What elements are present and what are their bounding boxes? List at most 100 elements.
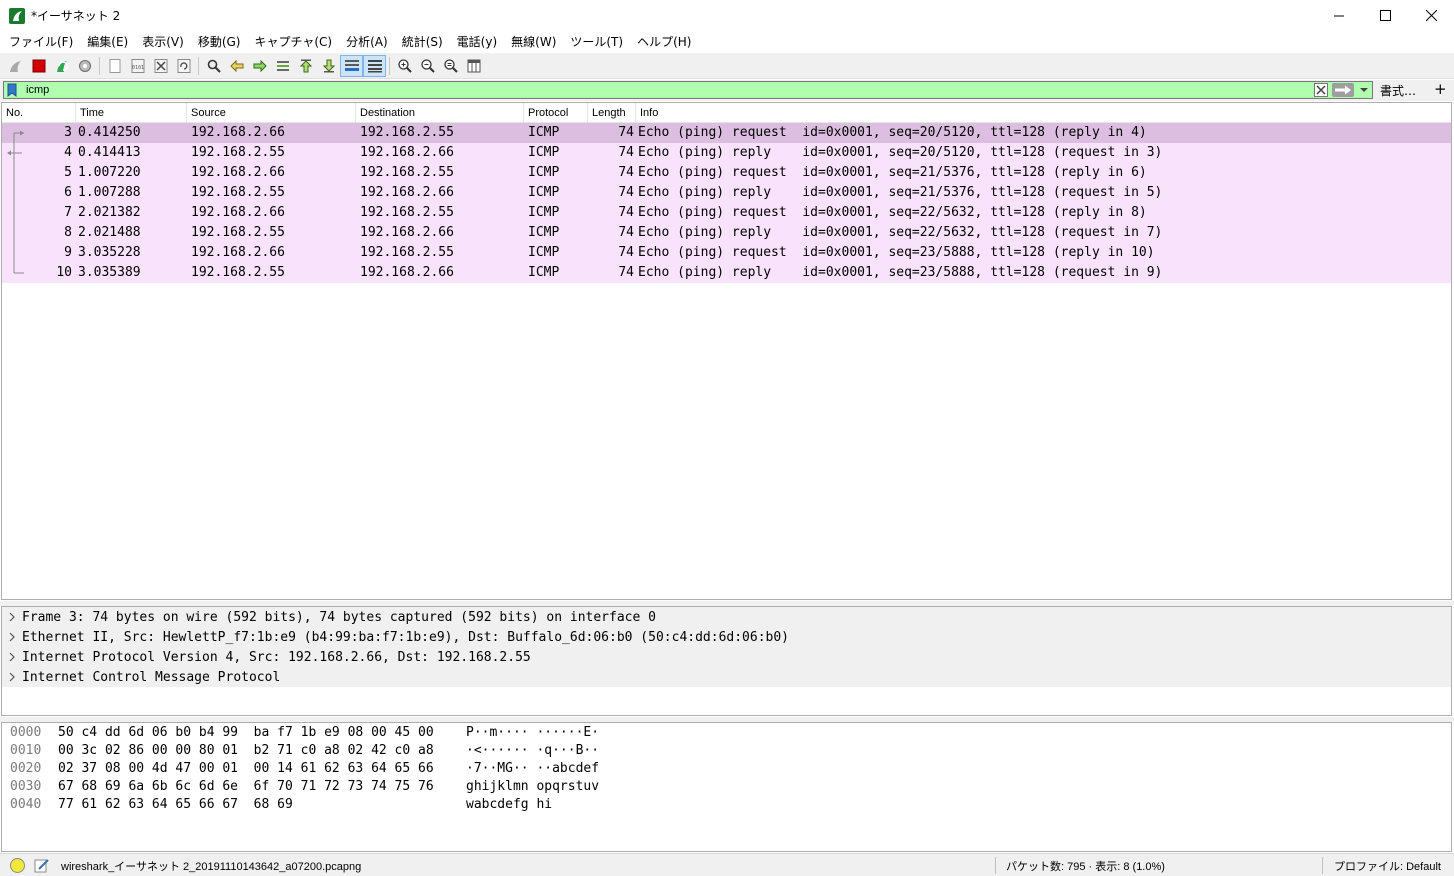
close-file-button[interactable] [149,55,172,77]
packet-protocol: ICMP [528,245,560,260]
first-packet-button[interactable] [294,55,317,77]
packet-protocol: ICMP [528,145,560,160]
detail-tree-item[interactable]: Ethernet II, Src: HewlettP_f7:1b:e9 (b4:… [2,627,1451,647]
profile-selector[interactable]: プロファイル: Default [1334,858,1441,874]
go-back-button[interactable] [225,55,248,77]
column-header-destination[interactable]: Destination [356,103,524,123]
minimize-button[interactable] [1316,0,1362,31]
filter-expressions-button[interactable]: 書式… [1380,82,1416,99]
go-to-packet-button[interactable] [271,55,294,77]
related-line-icon [13,163,15,183]
byte-hex[interactable]: 02 37 08 00 4d 47 00 01 00 14 61 62 63 6… [50,760,458,778]
menu-wireless[interactable]: 無線(W) [504,31,563,53]
column-header-protocol[interactable]: Protocol [524,103,588,123]
packet-row[interactable]: 10 3.035389 192.168.2.55 192.168.2.66 IC… [2,263,1451,283]
expert-info-indicator-icon[interactable] [10,858,25,873]
menu-statistics[interactable]: 統計(S) [395,31,450,53]
filter-bookmark-button[interactable] [5,82,19,98]
zoom-out-button[interactable] [416,55,439,77]
save-file-button[interactable]: 0101 [126,55,149,77]
capture-comment-icon[interactable] [34,858,50,873]
chevron-right-icon[interactable] [2,627,22,647]
menu-capture[interactable]: キャプチャ(C) [247,31,339,53]
packet-info: Echo (ping) reply id=0x0001, seq=21/5376… [638,185,1163,200]
open-file-button[interactable] [103,55,126,77]
byte-offset: 0040 [10,797,42,812]
display-filter-input[interactable]: icmp [3,81,1373,99]
byte-ascii[interactable]: ·<······ ·q···B·· [458,742,599,760]
byte-hex[interactable]: 50 c4 dd 6d 06 b0 b4 99 ba f7 1b e9 08 0… [50,724,458,742]
maximize-icon [1379,10,1391,21]
column-header-time[interactable]: Time [76,103,187,123]
filter-history-dropdown[interactable] [1358,84,1370,96]
reload-file-button[interactable] [172,55,195,77]
byte-ascii[interactable]: wabcdefg hi [458,796,552,814]
column-header-info[interactable]: Info [636,103,1451,123]
packet-row[interactable]: 4 0.414413 192.168.2.55 192.168.2.66 ICM… [2,143,1451,163]
start-capture-button[interactable] [4,55,27,77]
column-header-no[interactable]: No. [2,103,76,123]
menu-view[interactable]: 表示(V) [135,31,191,53]
byte-ascii[interactable]: P··m···· ······E· [458,724,599,742]
byte-ascii[interactable]: ghijklmn opqrstuv [458,778,599,796]
packet-source: 192.168.2.66 [191,245,285,260]
normal-size-button[interactable] [439,55,462,77]
packet-row[interactable]: 9 3.035228 192.168.2.66 192.168.2.55 ICM… [2,243,1451,263]
column-header-source[interactable]: Source [187,103,356,123]
arrow-right-icon [1335,85,1351,95]
related-line-icon [13,183,15,203]
close-button[interactable] [1408,0,1454,31]
menu-edit[interactable]: 編集(E) [80,31,135,53]
menu-go[interactable]: 移動(G) [191,31,248,53]
apply-filter-button[interactable] [1332,83,1354,97]
detail-tree-item[interactable]: Internet Protocol Version 4, Src: 192.16… [2,647,1451,667]
packet-protocol: ICMP [528,125,560,140]
packet-source: 192.168.2.55 [191,185,285,200]
colorize-button[interactable] [363,54,386,77]
detail-tree-item[interactable]: Internet Control Message Protocol [2,667,1451,687]
packet-destination: 192.168.2.66 [360,265,454,280]
column-header-length[interactable]: Length [588,103,636,123]
chevron-right-icon[interactable] [2,667,22,687]
packet-time: 0.414250 [78,125,141,140]
capture-options-button[interactable] [73,55,96,77]
zoom-in-button[interactable] [393,55,416,77]
clear-filter-button[interactable] [1314,83,1328,97]
chevron-right-icon[interactable] [2,607,22,627]
find-packet-button[interactable] [202,55,225,77]
packet-info: Echo (ping) request id=0x0001, seq=22/56… [638,205,1147,220]
packet-row[interactable]: 8 2.021488 192.168.2.55 192.168.2.66 ICM… [2,223,1451,243]
autoscroll-button[interactable] [340,54,363,77]
byte-hex[interactable]: 77 61 62 63 64 65 66 67 68 69 [50,796,458,814]
chevron-right-icon[interactable] [2,647,22,667]
last-packet-button[interactable] [317,55,340,77]
packet-row[interactable]: 7 2.021382 192.168.2.66 192.168.2.55 ICM… [2,203,1451,223]
packet-length: 74 [618,185,634,200]
packet-bytes-pane[interactable]: 0000 50 c4 dd 6d 06 b0 b4 99 ba f7 1b e9… [1,722,1452,852]
packet-source: 192.168.2.55 [191,145,285,160]
byte-hex[interactable]: 00 3c 02 86 00 00 80 01 b2 71 c0 a8 02 4… [50,742,458,760]
maximize-button[interactable] [1362,0,1408,31]
packet-source: 192.168.2.66 [191,125,285,140]
restart-capture-button[interactable] [50,55,73,77]
detail-tree-item[interactable]: Frame 3: 74 bytes on wire (592 bits), 74… [2,607,1451,627]
resize-columns-button[interactable] [462,55,485,77]
add-filter-button[interactable]: + [1434,80,1447,98]
menu-telephony[interactable]: 電話(y) [450,31,504,53]
packet-row[interactable]: 6 1.007288 192.168.2.55 192.168.2.66 ICM… [2,183,1451,203]
packet-list[interactable]: No. Time Source Destination Protocol Len… [1,102,1452,600]
menu-tools[interactable]: ツール(T) [563,31,630,53]
filter-text[interactable]: icmp [26,84,49,96]
detail-icmp: Internet Control Message Protocol [22,669,281,685]
packet-time: 1.007220 [78,165,141,180]
stop-capture-button[interactable] [27,55,50,77]
packet-row[interactable]: 5 1.007220 192.168.2.66 192.168.2.55 ICM… [2,163,1451,183]
menu-analyze[interactable]: 分析(A) [339,31,395,53]
byte-ascii[interactable]: ·7··MG·· ··abcdef [458,760,599,778]
byte-hex[interactable]: 67 68 69 6a 6b 6c 6d 6e 6f 70 71 72 73 7… [50,778,458,796]
packet-row[interactable]: 3 0.414250 192.168.2.66 192.168.2.55 ICM… [2,123,1451,143]
menu-file[interactable]: ファイル(F) [2,31,80,53]
packet-details-pane[interactable]: Frame 3: 74 bytes on wire (592 bits), 74… [1,606,1452,716]
menu-help[interactable]: ヘルプ(H) [630,31,698,53]
go-forward-button[interactable] [248,55,271,77]
